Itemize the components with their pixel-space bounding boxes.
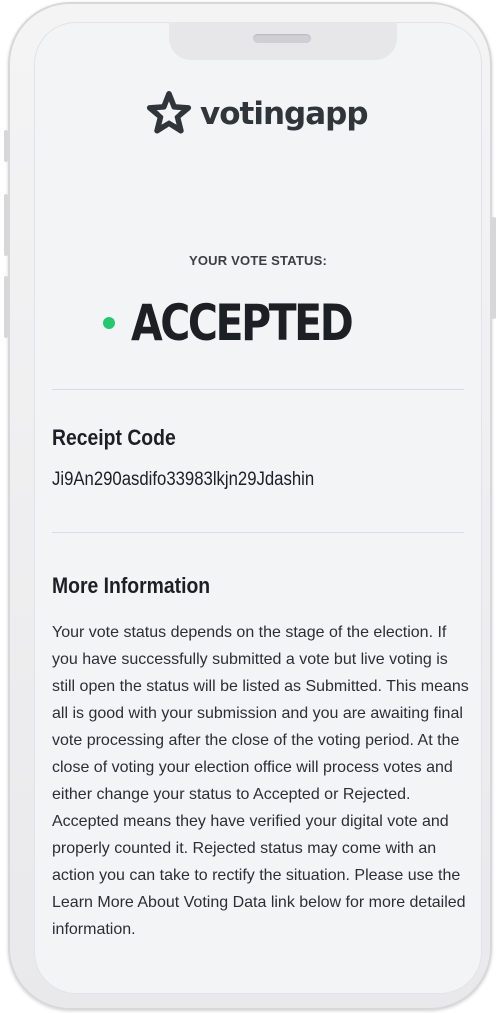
star-logo-icon xyxy=(146,91,192,134)
speaker-grille xyxy=(253,34,311,43)
phone-side-button-mute xyxy=(4,130,8,162)
more-information-title: More Information xyxy=(52,573,211,598)
phone-notch xyxy=(169,22,397,60)
status-indicator-dot xyxy=(103,317,115,329)
receipt-code-value: Ji9An290asdifo33983lkjn29Jdashin xyxy=(52,469,315,490)
logo-wordmark: votingapp xyxy=(200,96,369,132)
phone-side-button-volume-down xyxy=(4,276,8,338)
vote-status-label: YOUR VOTE STATUS: xyxy=(189,253,327,268)
vote-status-value: ACCEPTED xyxy=(131,294,354,352)
app-logo: votingapp xyxy=(146,90,376,138)
phone-side-button-power xyxy=(492,217,496,319)
receipt-code-title: Receipt Code xyxy=(52,425,176,450)
app-screen: votingapp YOUR VOTE STATUS: ACCEPTED Rec… xyxy=(34,22,482,994)
phone-frame: votingapp YOUR VOTE STATUS: ACCEPTED Rec… xyxy=(4,2,496,1010)
divider xyxy=(52,389,464,390)
vote-status: ACCEPTED xyxy=(34,290,482,356)
more-information-text: Your vote status depends on the stage of… xyxy=(52,624,469,938)
divider xyxy=(52,532,464,533)
phone-side-button-volume-up xyxy=(4,194,8,256)
